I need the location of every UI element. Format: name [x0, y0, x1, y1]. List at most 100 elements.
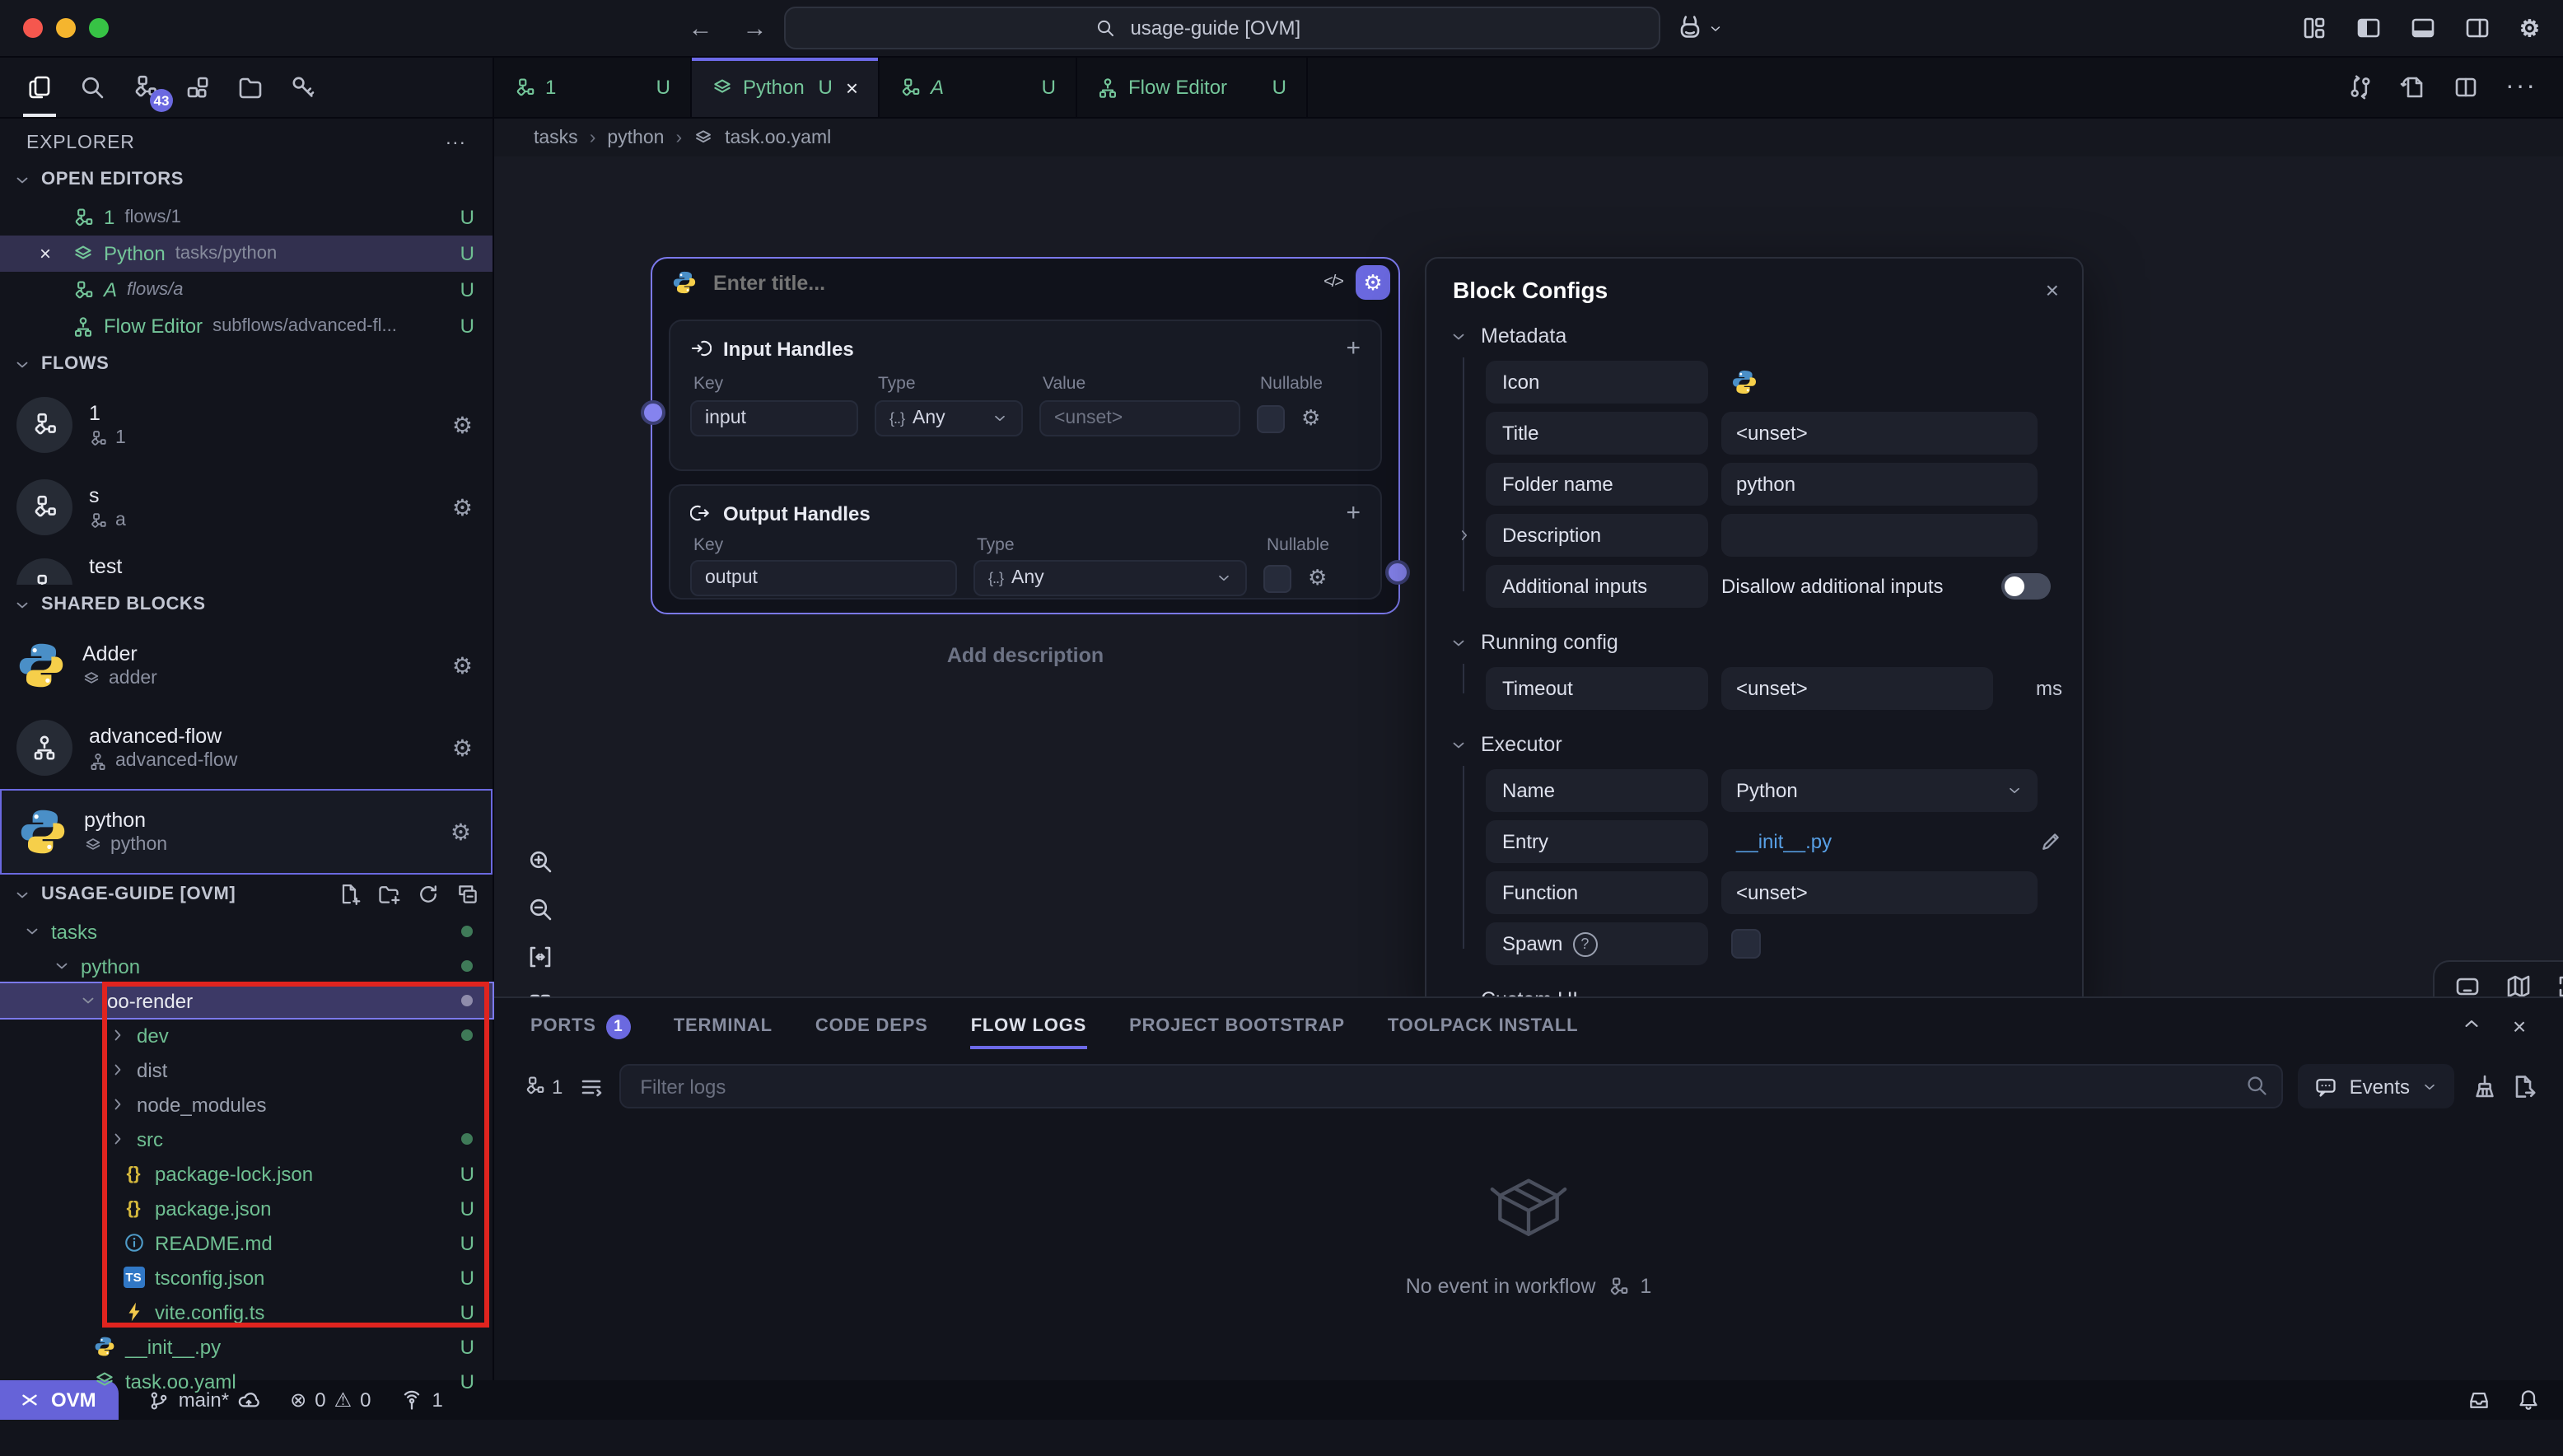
- open-editor-item[interactable]: A flows/a U: [0, 272, 493, 308]
- back-icon[interactable]: ←: [688, 14, 712, 42]
- tree-folder-oo-render[interactable]: oo-render: [0, 983, 493, 1018]
- input-key-field[interactable]: input: [690, 401, 858, 437]
- open-preview-icon[interactable]: [2400, 74, 2426, 100]
- flow-list-item[interactable]: s a ⚙: [0, 466, 493, 548]
- filter-logs-input[interactable]: [619, 1065, 2283, 1109]
- open-editor-item[interactable]: 1 flows/1 U: [0, 199, 493, 236]
- refresh-icon[interactable]: [417, 883, 440, 906]
- chevron-up-icon[interactable]: [2462, 1014, 2483, 1035]
- block-settings-gear-icon[interactable]: ⚙: [452, 651, 473, 679]
- tree-file-init-py[interactable]: __init__.pyU: [0, 1329, 493, 1364]
- zoom-out-icon[interactable]: [527, 897, 553, 923]
- output-handle-gear-icon[interactable]: ⚙: [1308, 566, 1327, 592]
- tab-python[interactable]: Python U ×: [692, 58, 880, 117]
- zoom-in-icon[interactable]: [527, 849, 553, 875]
- split-editor-icon[interactable]: [2453, 74, 2479, 100]
- tab-toolpack-install[interactable]: TOOLPACK INSTALL: [1388, 999, 1579, 1055]
- close-panel-icon[interactable]: ×: [2513, 1014, 2527, 1040]
- breadcrumb-file[interactable]: task.oo.yaml: [725, 128, 831, 147]
- title-value-field[interactable]: <unset>: [1721, 413, 2038, 455]
- collapse-all-icon[interactable]: [456, 883, 479, 906]
- tab-project-bootstrap[interactable]: PROJECT BOOTSTRAP: [1129, 999, 1345, 1055]
- clear-logs-broom-icon[interactable]: [2469, 1074, 2495, 1100]
- command-center-search[interactable]: [783, 7, 1660, 49]
- tab-flow-a[interactable]: A U: [880, 58, 1077, 117]
- tree-folder-src[interactable]: src: [0, 1122, 493, 1156]
- running-config-section-header[interactable]: Running config: [1426, 617, 2082, 660]
- tab-ports[interactable]: PORTS 1: [530, 999, 631, 1055]
- minimap-icon[interactable]: [2505, 974, 2532, 997]
- tree-folder-dev[interactable]: dev: [0, 1018, 493, 1052]
- flow-list-item[interactable]: test: [0, 548, 493, 585]
- tab-flow-1[interactable]: 1 U: [494, 58, 692, 117]
- tree-file-task-oo-yaml[interactable]: task.oo.yamlU: [0, 1364, 493, 1398]
- tree-file-tsconfig[interactable]: TS tsconfig.jsonU: [0, 1260, 493, 1295]
- executor-name-select[interactable]: Python: [1721, 770, 2038, 813]
- blocks-activity-icon[interactable]: [184, 58, 211, 117]
- code-view-icon[interactable]: </>: [1324, 274, 1342, 292]
- folder-value-field[interactable]: python: [1721, 464, 2038, 506]
- toggle-secondary-sidebar-icon[interactable]: [2465, 15, 2491, 41]
- custom-ui-section-header[interactable]: Custom UI: [1426, 974, 2082, 997]
- block-settings-gear-icon[interactable]: ⚙: [451, 818, 471, 846]
- node-settings-gear-button[interactable]: ⚙: [1356, 266, 1390, 301]
- notifications-bell-icon[interactable]: [2517, 1388, 2540, 1412]
- export-logs-icon[interactable]: [2510, 1074, 2537, 1100]
- events-filter-dropdown[interactable]: Events: [2299, 1065, 2454, 1109]
- tree-folder-tasks[interactable]: tasks: [0, 914, 493, 949]
- shared-blocks-section-header[interactable]: SHARED BLOCKS: [0, 585, 493, 624]
- tab-code-deps[interactable]: CODE DEPS: [815, 999, 928, 1055]
- flow-list-item[interactable]: 1 1 ⚙: [0, 384, 493, 466]
- settings-gear-icon[interactable]: ⚙: [2519, 14, 2540, 42]
- flow-settings-gear-icon[interactable]: ⚙: [452, 411, 473, 439]
- explorer-activity-icon[interactable]: [26, 58, 53, 117]
- python-icon[interactable]: [1731, 370, 1758, 396]
- timeout-value-field[interactable]: <unset>: [1721, 668, 1993, 711]
- flows-activity-icon[interactable]: 43: [132, 58, 158, 117]
- spawn-checkbox[interactable]: [1731, 930, 1761, 959]
- toggle-sidebar-icon[interactable]: [2356, 15, 2383, 41]
- tree-file-package-lock[interactable]: {} package-lock.jsonU: [0, 1156, 493, 1191]
- close-window-button[interactable]: [23, 18, 43, 38]
- flows-section-header[interactable]: FLOWS: [0, 344, 493, 384]
- edit-pencil-icon[interactable]: [2039, 831, 2062, 854]
- input-nullable-checkbox[interactable]: [1257, 405, 1285, 433]
- sync-icon[interactable]: [2347, 74, 2374, 100]
- tree-file-readme[interactable]: README.mdU: [0, 1225, 493, 1260]
- flow-canvas[interactable]: </> ⚙ Input Handles + Key Type Value: [494, 157, 2563, 997]
- block-node-card[interactable]: </> ⚙ Input Handles + Key Type Value: [651, 258, 1400, 615]
- customize-layout-icon[interactable]: [2302, 15, 2328, 41]
- tree-file-package-json[interactable]: {} package.jsonU: [0, 1191, 493, 1225]
- block-settings-gear-icon[interactable]: ⚙: [452, 734, 473, 762]
- input-type-select[interactable]: {..}Any: [875, 401, 1023, 437]
- open-editors-header[interactable]: OPEN EDITORS: [0, 160, 493, 199]
- input-value-field[interactable]: <unset>: [1039, 401, 1240, 437]
- breadcrumb-item[interactable]: tasks: [534, 128, 578, 147]
- tree-file-vite-config[interactable]: vite.config.tsU: [0, 1295, 493, 1329]
- close-tab-icon[interactable]: ×: [846, 75, 858, 100]
- minimize-window-button[interactable]: [56, 18, 76, 38]
- node-output-port[interactable]: [1385, 561, 1410, 586]
- explorer-more-icon[interactable]: ···: [446, 133, 466, 153]
- help-question-icon[interactable]: ?: [1572, 932, 1597, 957]
- description-value-field[interactable]: [1721, 515, 2038, 558]
- fit-view-icon[interactable]: [527, 945, 553, 971]
- keys-activity-icon[interactable]: [290, 58, 316, 117]
- tree-folder-node-modules[interactable]: node_modules: [0, 1087, 493, 1122]
- node-input-port[interactable]: [641, 401, 665, 426]
- close-panel-icon[interactable]: ×: [2046, 278, 2059, 304]
- shared-block-item[interactable]: advanced-flow advanced-flow ⚙: [0, 707, 493, 789]
- search-activity-icon[interactable]: [79, 58, 105, 117]
- close-icon[interactable]: ×: [40, 242, 51, 265]
- toggle-panel-icon[interactable]: [2411, 15, 2437, 41]
- output-key-field[interactable]: output: [690, 561, 957, 597]
- breadcrumb-item[interactable]: python: [607, 128, 664, 147]
- new-file-icon[interactable]: [338, 883, 361, 906]
- maximize-window-button[interactable]: [89, 18, 109, 38]
- fullscreen-icon[interactable]: [2556, 974, 2563, 997]
- search-input[interactable]: [1127, 15, 1347, 41]
- add-input-handle-button[interactable]: +: [1346, 335, 1361, 363]
- tab-terminal[interactable]: TERMINAL: [674, 999, 773, 1055]
- project-section-header[interactable]: USAGE-GUIDE [OVM]: [0, 875, 493, 914]
- output-nullable-checkbox[interactable]: [1263, 565, 1291, 593]
